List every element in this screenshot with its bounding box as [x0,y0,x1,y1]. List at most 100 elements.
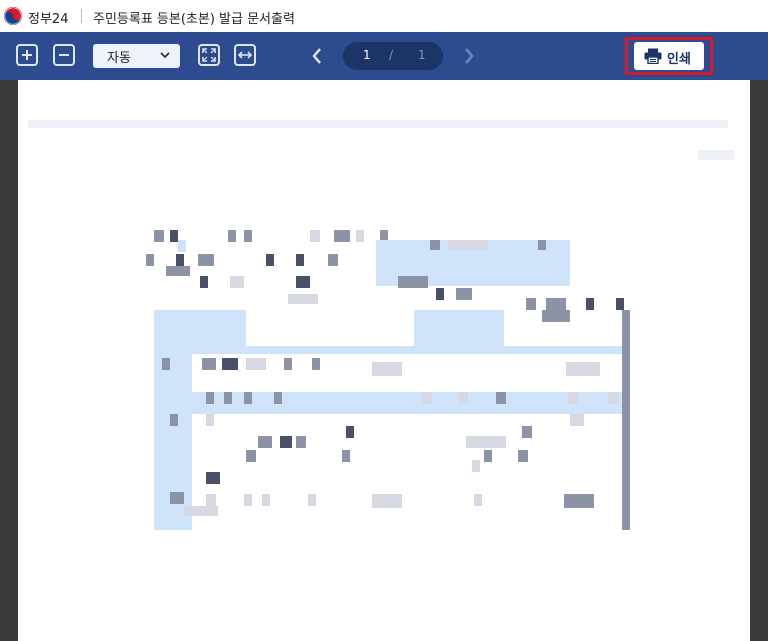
blurred-text [538,240,546,250]
blurred-text [170,492,184,504]
blurred-text [568,392,578,404]
blurred-text [184,506,218,516]
viewer-scrollbar[interactable] [751,80,768,641]
minus-square-icon [59,54,69,56]
blurred-text [224,392,232,404]
blurred-text [154,230,164,242]
blurred-text [198,254,214,266]
document-page [18,80,750,641]
zoom-select[interactable]: 자동 [93,44,180,68]
blurred-text [296,436,306,448]
blurred-table-header [414,310,504,346]
plus-vertical [26,50,28,60]
blurred-text [176,254,184,266]
blurred-text [342,450,350,462]
blurred-text [372,362,402,376]
chevron-left-icon[interactable] [310,47,324,65]
blurred-text [230,276,244,288]
blurred-text [280,436,292,448]
blurred-text [566,362,600,376]
page-separator: / [389,48,394,62]
blurred-text [542,310,570,322]
blurred-text [296,254,304,266]
blurred-table-header [154,310,246,346]
zoom-out-button[interactable] [53,44,75,66]
blurred-text [346,426,354,438]
printer-icon [644,48,662,64]
blurred-text [296,276,310,288]
fit-width-button[interactable] [234,44,256,66]
blurred-text [546,298,566,310]
blurred-text [472,460,480,472]
blurred-text [246,358,266,370]
blurred-text [146,254,154,266]
blurred-text [284,358,292,370]
blurred-text [228,230,236,242]
current-page: 1 [363,48,371,62]
blurred-table-edge [622,310,630,530]
brand-name: 정부24 [28,12,69,27]
blurred-text [310,230,320,242]
blurred-text [522,426,532,438]
blurred-text [170,230,178,242]
blurred-text [328,254,338,266]
blurred-text [262,494,270,506]
blurred-text [616,298,624,310]
blurred-text [372,494,402,508]
zoom-in-button[interactable] [16,44,38,66]
blurred-text [162,358,170,370]
blurred-text [570,414,584,426]
blurred-text [430,240,440,250]
blurred-text [274,392,282,404]
blurred-text [436,288,444,300]
blurred-text [456,288,472,300]
blurred-table-row [154,346,630,354]
title-bar: 정부24 주민등록표 등본(초본) 발급 문서출력 [0,0,768,32]
chevron-down-icon [160,52,170,59]
blurred-text [200,276,208,288]
blurred-header-mark [698,150,734,160]
blurred-text [244,392,252,404]
fit-width-icon [237,51,253,59]
chevron-right-icon[interactable] [462,47,476,65]
blurred-text [308,494,316,506]
blurred-text [564,494,594,508]
blurred-text [422,392,432,404]
blurred-text [206,494,216,506]
total-pages: 1 [418,48,426,62]
zoom-value: 자동 [107,51,131,66]
blurred-text [202,358,216,370]
blurred-text [586,298,594,310]
blurred-text [334,230,350,242]
blurred-text [166,266,190,276]
blurred-text [608,392,618,404]
blurred-text [518,450,528,462]
blurred-text [484,450,492,462]
title-separator [81,9,82,23]
print-label: 인쇄 [667,52,691,67]
blurred-text [266,254,274,266]
blurred-text [496,392,506,404]
government-logo-icon [4,7,22,25]
blurred-text [398,276,428,288]
blurred-text [312,358,320,370]
expand-icon [202,48,216,62]
document-title: 주민등록표 등본(초본) 발급 문서출력 [93,12,295,27]
blurred-text [474,494,482,506]
blurred-text [244,494,252,506]
fit-page-button[interactable] [198,44,220,66]
print-button[interactable]: 인쇄 [634,42,704,70]
blurred-text [466,436,506,448]
blurred-text [222,358,238,370]
page-indicator[interactable]: 1 / 1 [343,42,443,70]
blurred-text [206,392,214,404]
blurred-text [458,392,468,404]
blurred-text [526,298,536,310]
blurred-text [258,436,272,448]
blurred-text [170,414,178,426]
blurred-text [178,240,186,252]
blurred-text [448,240,488,250]
blurred-text [356,230,364,242]
blurred-text [288,294,318,304]
blurred-header-line [28,120,728,128]
